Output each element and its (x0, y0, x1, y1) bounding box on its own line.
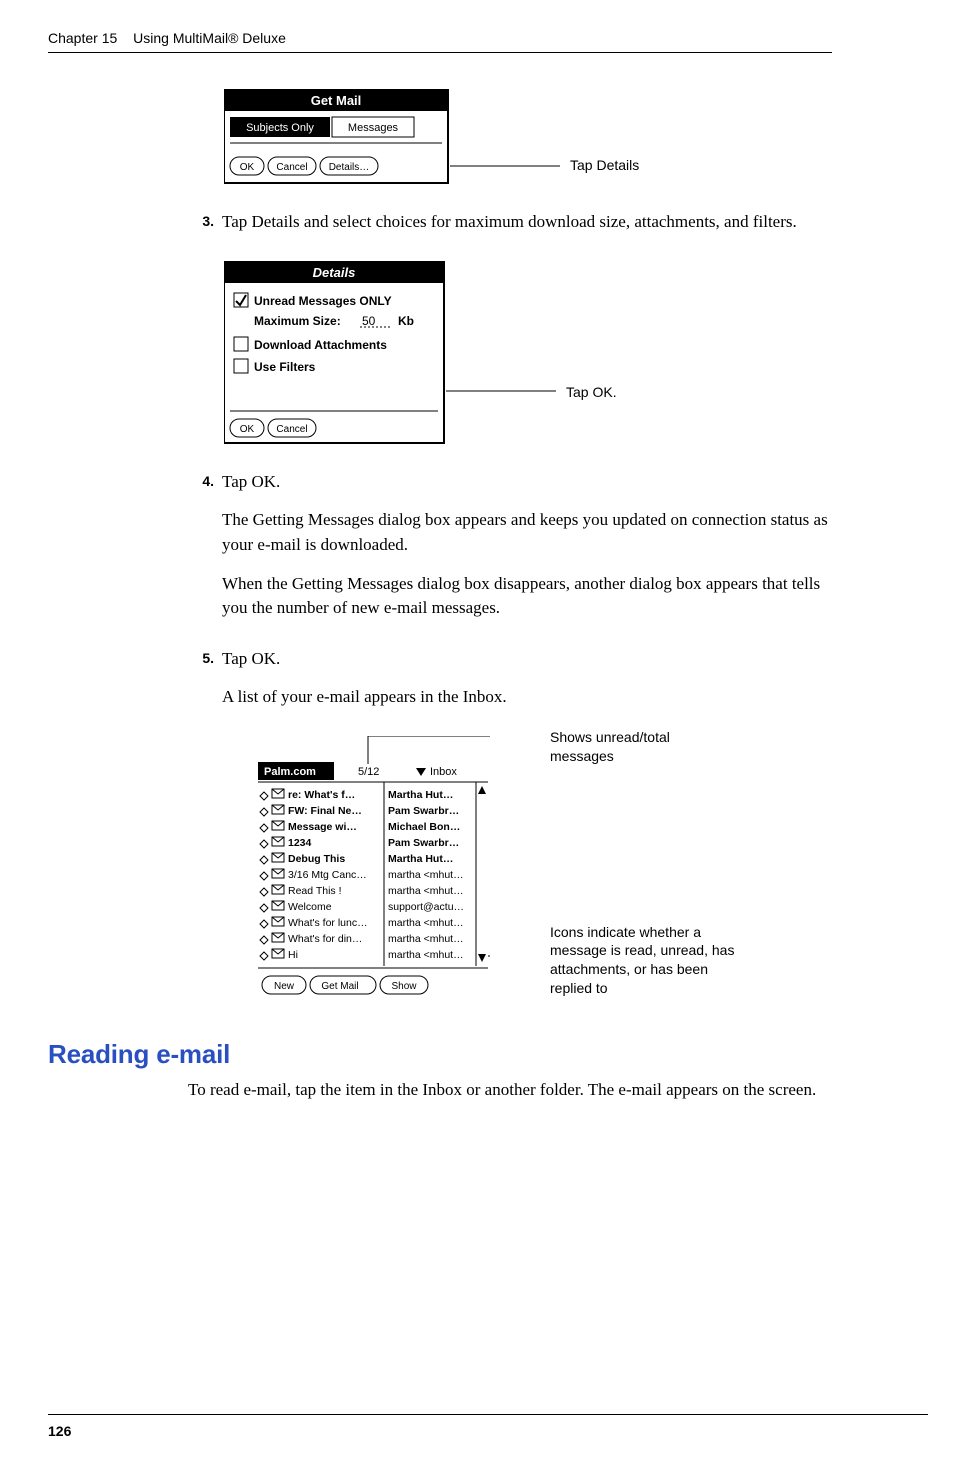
step3-text: Tap Details and select choices for maxim… (222, 210, 832, 235)
mail-from[interactable]: Pam Swarbr… (388, 837, 459, 849)
opt-download[interactable]: Download Attachments (254, 338, 387, 352)
mail-from[interactable]: martha <mhut… (388, 933, 464, 945)
appbar-title: Palm.com (264, 766, 316, 778)
lbl-kb: Kb (398, 314, 414, 328)
mail-from[interactable]: martha <mhut… (388, 885, 464, 897)
mail-subject[interactable]: What's for din… (288, 933, 362, 945)
step4-line3: When the Getting Messages dialog box dis… (222, 572, 832, 621)
step4-line2: The Getting Messages dialog box appears … (222, 508, 832, 557)
mail-from[interactable]: support@actu… (388, 901, 464, 913)
step-num: 4. (188, 470, 222, 635)
details-dialog: Details Unread Messages ONLY Maximum Siz… (224, 261, 446, 445)
btn-ok[interactable]: OK (240, 162, 255, 173)
mail-from[interactable]: martha <mhut… (388, 869, 464, 881)
mail-subject[interactable]: 1234 (288, 837, 312, 849)
unread-count: 5/12 (358, 766, 379, 778)
callout-line (450, 89, 570, 185)
callout-line (446, 261, 566, 445)
btn-show[interactable]: Show (391, 981, 417, 992)
bullet-icon (260, 904, 268, 912)
scroll-up-icon[interactable] (478, 786, 486, 794)
mail-subject[interactable]: FW: Final Ne… (288, 805, 362, 817)
step4-line1: Tap OK. (222, 470, 832, 495)
btn-getmail[interactable]: Get Mail (321, 981, 358, 992)
running-header: Chapter 15 Using MultiMail® Deluxe (48, 30, 832, 53)
lbl-maxsize: Maximum Size: (254, 314, 341, 328)
getmail-dialog: Get Mail Subjects Only Messages OK Cance… (224, 89, 450, 185)
callout-tap-ok: Tap OK. (566, 383, 617, 402)
bullet-icon (260, 936, 268, 944)
figure-details: Details Unread Messages ONLY Maximum Siz… (224, 261, 832, 450)
getmail-title: Get Mail (311, 93, 362, 108)
btn-new[interactable]: New (274, 981, 295, 992)
mail-subject[interactable]: Debug This (288, 853, 345, 865)
opt-filters[interactable]: Use Filters (254, 360, 316, 374)
bullet-icon (260, 808, 268, 816)
header-rule (48, 52, 832, 53)
step5-line1: Tap OK. (222, 647, 832, 672)
mail-from[interactable]: Michael Bon… (388, 821, 460, 833)
figure-getmail: Get Mail Subjects Only Messages OK Cance… (224, 89, 832, 190)
bullet-icon (260, 952, 268, 960)
mail-subject[interactable]: Hi (288, 949, 298, 961)
bullet-icon (260, 872, 268, 880)
callout-icons: Icons indicate whether a message is read… (550, 923, 750, 999)
btn-cancel[interactable]: Cancel (276, 162, 307, 173)
details-title: Details (313, 265, 356, 280)
step-3: 3. Tap Details and select choices for ma… (188, 210, 832, 249)
mail-subject[interactable]: Message wi… (288, 821, 357, 833)
mail-from[interactable]: martha <mhut… (388, 917, 464, 929)
bullet-icon (260, 920, 268, 928)
folder-name[interactable]: Inbox (430, 766, 457, 778)
mail-from[interactable]: Martha Hut… (388, 853, 453, 865)
bullet-icon (260, 840, 268, 848)
opt-unread[interactable]: Unread Messages ONLY (254, 294, 392, 308)
bullet-icon (260, 824, 268, 832)
chapter-title: Using MultiMail® Deluxe (133, 30, 286, 46)
bullet-icon (260, 792, 268, 800)
inbox-screen: Palm.com 5/12 Inbox re: What's f… Martha … (258, 736, 490, 1006)
maxsize-value[interactable]: 50 (362, 314, 376, 328)
scroll-down-icon[interactable] (478, 954, 486, 962)
bullet-icon (260, 888, 268, 896)
section-body: To read e-mail, tap the item in the Inbo… (188, 1078, 832, 1103)
mail-from[interactable]: Pam Swarbr… (388, 805, 459, 817)
callout-tap-details: Tap Details (570, 156, 639, 175)
mail-subject[interactable]: re: What's f… (288, 789, 355, 801)
figure-inbox: Palm.com 5/12 Inbox re: What's f… Martha … (258, 736, 832, 1011)
mail-from[interactable]: Martha Hut… (388, 789, 453, 801)
page-number: 126 (48, 1423, 71, 1439)
callout-unread-total: Shows unread/total messages (550, 728, 730, 766)
footer-rule (48, 1414, 928, 1415)
step-num: 5. (188, 647, 222, 724)
mail-subject[interactable]: Welcome (288, 901, 332, 913)
btn-cancel[interactable]: Cancel (276, 424, 307, 435)
step-4: 4. Tap OK. The Getting Messages dialog b… (188, 470, 832, 635)
btn-ok[interactable]: OK (240, 424, 255, 435)
chevron-down-icon[interactable] (416, 768, 426, 776)
mail-from[interactable]: martha <mhut… (388, 949, 464, 961)
step5-line2: A list of your e-mail appears in the Inb… (222, 685, 832, 710)
btn-details[interactable]: Details… (329, 162, 370, 173)
section-heading: Reading e-mail (48, 1039, 832, 1070)
mail-subject[interactable]: Read This ! (288, 885, 342, 897)
bullet-icon (260, 856, 268, 864)
mail-subject[interactable]: 3/16 Mtg Canc… (288, 869, 367, 881)
step-num: 3. (188, 210, 222, 249)
chapter-number: Chapter 15 (48, 30, 117, 46)
tab-subjects[interactable]: Subjects Only (246, 122, 314, 134)
tab-messages[interactable]: Messages (348, 122, 399, 134)
mail-subject[interactable]: What's for lunc… (288, 917, 368, 929)
step-5: 5. Tap OK. A list of your e-mail appears… (188, 647, 832, 724)
